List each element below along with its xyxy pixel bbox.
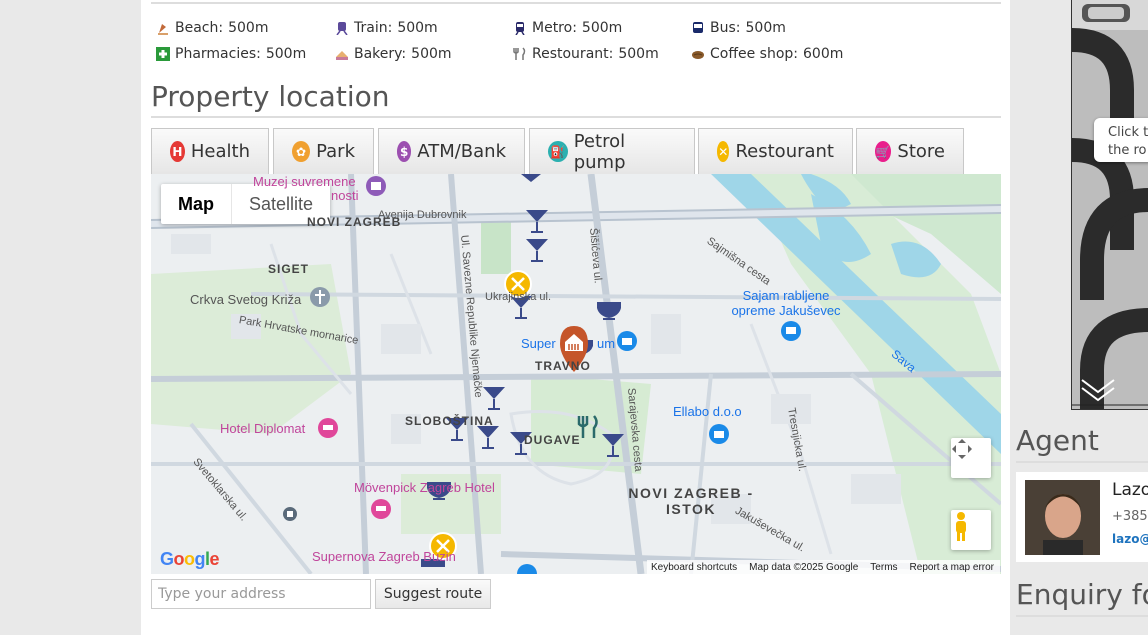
distance-value: 600m (803, 46, 844, 62)
side-map-tooltip: Click to the ro (1094, 118, 1148, 162)
distance-value: 500m (581, 20, 623, 36)
distance-value: 500m (265, 46, 307, 62)
distance-train: Train: 500m (335, 20, 438, 36)
tooltip-line: the ro (1108, 143, 1147, 158)
tab-health[interactable]: H Health (151, 128, 269, 174)
divider (1016, 615, 1148, 617)
distance-value: 500m (228, 20, 269, 36)
map-label-muzej: Muzej suvremene (253, 174, 356, 189)
distance-label: Coffee shop: (710, 46, 798, 62)
agent-name: Lazo (1112, 480, 1148, 500)
distance-coffee: Coffee shop: 600m (691, 46, 843, 62)
keyboard-shortcuts-link[interactable]: Keyboard shortcuts (651, 562, 737, 573)
health-icon: H (170, 141, 185, 162)
tab-atm-bank[interactable]: $ ATM/Bank (378, 128, 525, 174)
google-map[interactable]: Map Satellite Muzej suvremene nosti NOVI… (151, 174, 1001, 574)
pegman-icon (956, 512, 966, 541)
pharmacy-icon (156, 47, 170, 61)
map-label-dugave: DUGAVE (524, 433, 581, 447)
divider (151, 116, 1001, 118)
fullscreen-icon (952, 439, 972, 459)
map-type-map-button[interactable]: Map (161, 184, 231, 224)
map-data-text: Map data ©2025 Google (749, 561, 859, 573)
agent-phone[interactable]: +385 (1112, 509, 1148, 524)
tab-store[interactable]: 🛒 Store (856, 128, 964, 174)
distance-bakery: Bakery: 500m (335, 46, 452, 62)
tab-label: Park (316, 141, 355, 162)
restaurant-icon (513, 47, 527, 61)
map-label-hotel-diplomat: Hotel Diplomat (220, 421, 306, 436)
google-logo: Google (160, 549, 220, 569)
map-type-control: Map Satellite (161, 184, 331, 224)
street-view-button[interactable] (951, 510, 991, 550)
map-label-slobostina: SLOBOŠTINA (405, 414, 494, 428)
distance-value: 500m (745, 20, 786, 36)
store-icon: 🛒 (875, 141, 892, 162)
tab-label: Store (897, 141, 945, 162)
distance-label: Pharmacies: (175, 46, 261, 62)
map-canvas (151, 174, 1001, 574)
distance-value: 500m (618, 46, 659, 62)
tab-petrol-pump[interactable]: ⛽ Petrol pump (529, 128, 695, 174)
distance-bus: Bus: 500m (691, 20, 786, 36)
distance-beach: Beach: 500m (156, 20, 268, 36)
enquiry-title: Enquiry fo (1016, 578, 1148, 611)
terms-link[interactable]: Terms (870, 562, 897, 573)
tab-label: ATM/Bank (417, 141, 506, 162)
metro-icon (513, 21, 527, 36)
side-map-canvas (1072, 0, 1148, 409)
distance-value: 500m (397, 20, 438, 36)
tab-park[interactable]: ✿ Park (273, 128, 374, 174)
map-label-super-2: um (597, 336, 616, 351)
map-label-umjetnosti: nosti (331, 188, 359, 203)
map-label-ukrajinska: Ukrajinska ul. (485, 291, 552, 303)
suggest-route-button[interactable]: Suggest route (375, 579, 491, 609)
bakery-icon (335, 47, 349, 61)
map-label-ellabo: Ellabo d.o.o (673, 404, 742, 419)
map-label-travno: TRAVNO (535, 359, 591, 373)
report-error-link[interactable]: Report a map error (910, 562, 994, 573)
agent-title: Agent (1016, 424, 1099, 457)
coffee-icon (691, 47, 705, 61)
restaurant-icon: ✕ (717, 141, 730, 162)
tab-restaurant[interactable]: ✕ Restourant (698, 128, 853, 174)
map-label-sajam: Sajam rabljene opreme Jakuševec (731, 288, 841, 318)
distance-label: Beach: (175, 20, 224, 36)
side-map[interactable] (1071, 0, 1148, 410)
distance-pharmacy: Pharmacies: 500m (156, 46, 306, 62)
map-label-supernova: Supernova Zagreb Buzin (312, 549, 456, 564)
agent-email[interactable]: lazo@ (1112, 532, 1148, 546)
park-icon: ✿ (292, 141, 311, 162)
tab-label: Restourant (735, 141, 834, 162)
fullscreen-button[interactable] (951, 438, 991, 478)
bus-icon (691, 21, 705, 35)
distance-restaurant: Restourant: 500m (513, 46, 659, 62)
distance-label: Train: (354, 20, 393, 36)
tab-label: Petrol pump (573, 130, 626, 173)
map-attribution: Keyboard shortcuts Map data ©2025 Google… (647, 560, 1001, 574)
distance-label: Restourant: (532, 46, 614, 62)
map-label-avenija: Avenija Dubrovnik (378, 209, 467, 221)
map-label-movenpick: Mövenpick Zagreb Hotel (354, 480, 495, 495)
distance-metro: Metro: 500m (513, 20, 622, 36)
train-icon (335, 21, 349, 36)
map-label-super: Super (521, 336, 556, 351)
property-location-title: Property location (151, 80, 390, 113)
beach-icon (156, 21, 170, 35)
address-input[interactable] (151, 579, 371, 609)
map-label-siget: SIGET (268, 262, 310, 276)
petrol-icon: ⛽ (548, 141, 568, 162)
map-label-crkva: Crkva Svetog Križa (190, 292, 302, 307)
bank-icon: $ (397, 141, 412, 162)
distance-label: Bus: (710, 20, 741, 36)
distance-label: Metro: (532, 20, 577, 36)
divider (1016, 461, 1148, 463)
agent-avatar[interactable] (1025, 480, 1100, 555)
divider (151, 2, 1001, 4)
tab-label: Health (190, 141, 250, 162)
tooltip-line: Click to (1108, 125, 1148, 140)
cut-off-text: .. (258, 626, 268, 635)
distance-label: Bakery: (354, 46, 407, 62)
distance-value: 500m (411, 46, 452, 62)
